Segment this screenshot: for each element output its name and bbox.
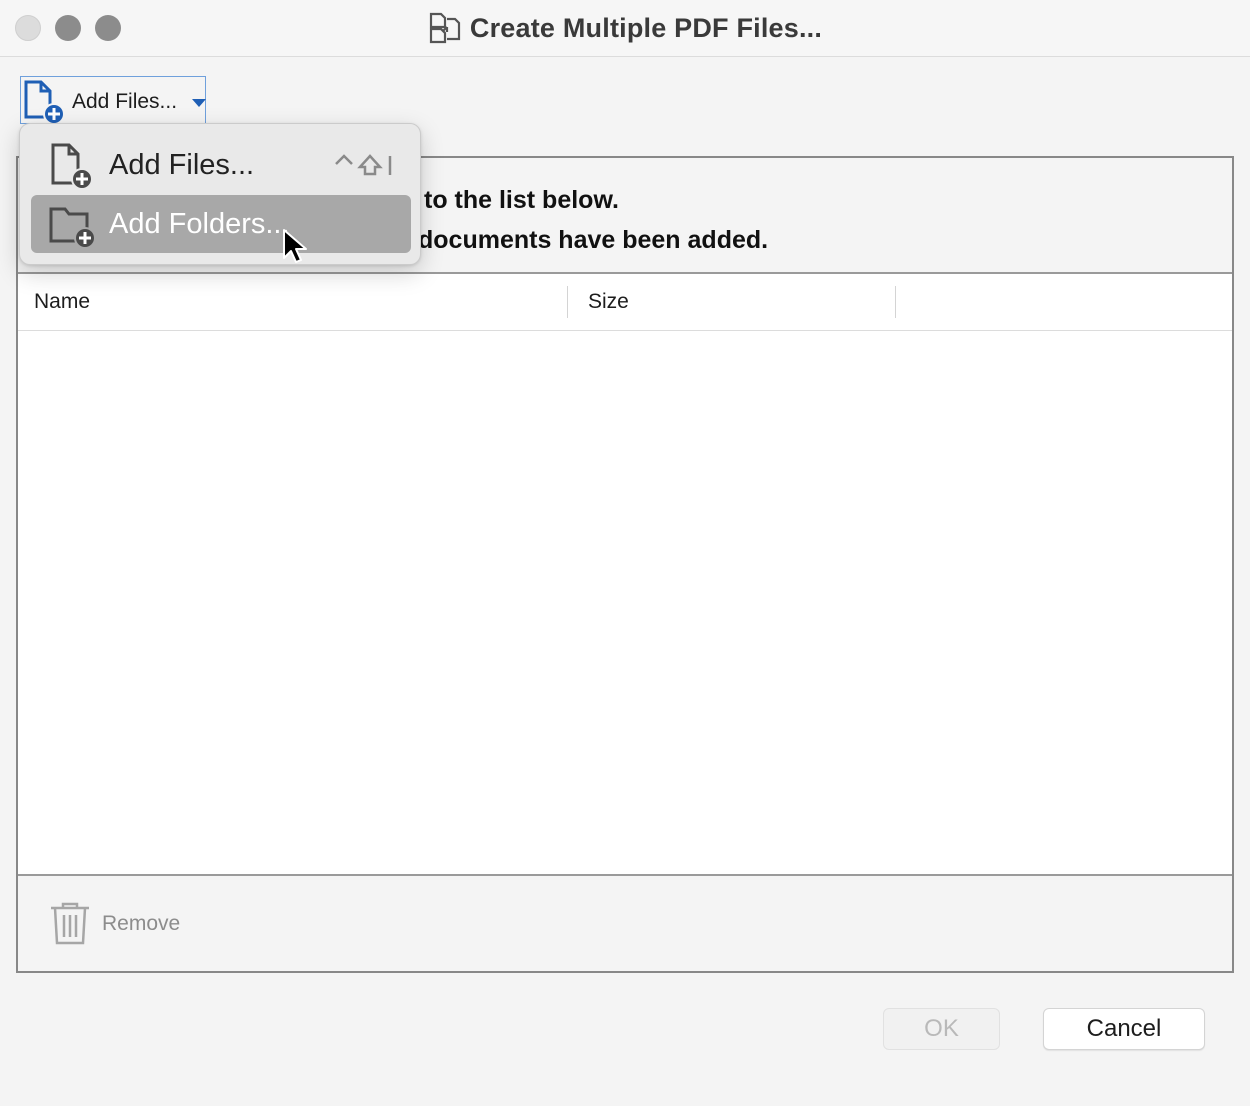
column-header-name[interactable]: Name — [34, 290, 90, 314]
menu-item-label: Add Folders... — [109, 208, 290, 240]
table-body[interactable] — [18, 331, 1232, 874]
column-header-size[interactable]: Size — [588, 290, 629, 314]
mouse-pointer-icon — [283, 229, 307, 263]
file-list-panel: to the list below. documents have been a… — [16, 156, 1234, 973]
file-table[interactable]: Name Size — [18, 274, 1232, 874]
menu-item-add-files[interactable]: Add Files... — [31, 136, 411, 194]
window-title: Create Multiple PDF Files... — [469, 12, 823, 43]
list-footer: Remove — [18, 874, 1232, 971]
trash-icon — [51, 902, 89, 945]
column-separator[interactable] — [567, 286, 568, 318]
dropdown-caret-icon[interactable] — [192, 99, 206, 107]
create-multiple-pdf-icon — [429, 12, 461, 44]
title-bar: Create Multiple PDF Files... — [0, 0, 1250, 57]
table-header: Name Size — [18, 274, 1232, 331]
add-files-dropdown-button[interactable]: Add Files... — [20, 76, 206, 125]
add-files-button-label: Add Files... — [72, 90, 178, 113]
menu-item-label: Add Files... — [109, 149, 255, 181]
cancel-button[interactable]: Cancel — [1043, 1008, 1205, 1050]
column-separator[interactable] — [895, 286, 896, 318]
ok-button[interactable]: OK — [883, 1008, 1000, 1050]
add-file-icon — [51, 143, 93, 190]
add-file-icon — [24, 80, 65, 125]
menu-item-add-folders[interactable]: Add Folders... — [31, 195, 411, 253]
remove-button[interactable]: Remove — [102, 912, 180, 936]
add-folder-icon — [49, 207, 96, 249]
instruction-line-1: to the list below. — [424, 186, 619, 214]
instruction-line-2: documents have been added. — [418, 226, 769, 254]
add-files-dropdown-menu: Add Files... Add Folders... — [19, 123, 421, 265]
keyboard-shortcut-icon — [335, 154, 392, 176]
